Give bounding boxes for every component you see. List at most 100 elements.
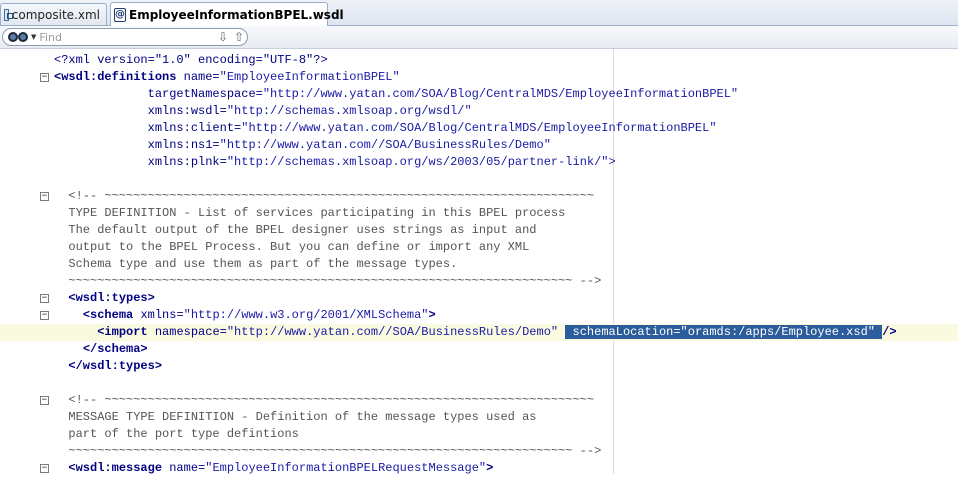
- code-token: xmlns:plnk=: [147, 155, 227, 169]
- tab-composite-xml[interactable]: composite.xml: [0, 3, 107, 25]
- code-text: The default output of the BPEL designer …: [54, 222, 536, 239]
- code-line[interactable]: − <wsdl:definitions name="EmployeeInforma…: [0, 69, 958, 86]
- code-line[interactable]: ~~~~~~~~~~~~~~~~~~~~~~~~~~~~~~~~~~~~~~~~…: [0, 273, 958, 290]
- code-text: <wsdl:types>: [54, 290, 155, 307]
- code-token: "http://www.yatan.com//SOA/BusinessRules…: [226, 325, 559, 339]
- code-token: </wsdl:types>: [68, 359, 163, 373]
- code-line[interactable]: − <schema xmlns="http://www.w3.org/2001/…: [0, 307, 958, 324]
- code-line[interactable]: xmlns:wsdl="http://schemas.xmlsoap.org/w…: [0, 103, 958, 120]
- binoculars-icon[interactable]: [8, 32, 28, 42]
- code-token: ~~~~~~~~~~~~~~~~~~~~~~~~~~~~~~~~~~~~~~~~…: [54, 444, 602, 458]
- code-text: TYPE DEFINITION - List of services parti…: [54, 205, 565, 222]
- code-line[interactable]: − <wsdl:types>: [0, 290, 958, 307]
- code-token: ~~~~~~~~~~~~~~~~~~~~~~~~~~~~~~~~~~~~~~~~…: [54, 274, 602, 288]
- find-next-arrow-icon[interactable]: ⇩: [215, 29, 231, 45]
- code-line[interactable]: </wsdl:types>: [0, 358, 958, 375]
- code-token: "http://www.yatan.com//SOA/BusinessRules…: [219, 138, 551, 152]
- code-token: "EmployeeInformationBPELRequestMessage": [205, 461, 487, 475]
- code-token: <schema: [82, 308, 134, 322]
- code-line[interactable]: </schema>: [0, 341, 958, 358]
- fold-toggle-icon[interactable]: −: [40, 464, 49, 473]
- code-token: part of the port type defintions: [54, 427, 299, 441]
- code-token: TYPE DEFINITION - List of services parti…: [54, 206, 566, 220]
- selected-text: schemaLocation="oramds:/apps/Employee.xs…: [565, 325, 883, 339]
- code-token: >: [428, 308, 436, 322]
- code-line[interactable]: <?xml version="1.0" encoding="UTF-8"?>: [0, 52, 958, 69]
- code-line[interactable]: The default output of the BPEL designer …: [0, 222, 958, 239]
- code-text: ~~~~~~~~~~~~~~~~~~~~~~~~~~~~~~~~~~~~~~~~…: [54, 443, 601, 460]
- fold-toggle-icon[interactable]: −: [40, 311, 49, 320]
- fold-toggle-icon[interactable]: −: [40, 294, 49, 303]
- tab-employee-information-wsdl[interactable]: @ EmployeeInformationBPEL.wsdl: [110, 2, 344, 26]
- code-text: xmlns:client="http://www.yatan.com/SOA/B…: [54, 120, 717, 137]
- code-line[interactable]: <import namespace="http://www.yatan.com/…: [0, 324, 958, 341]
- code-token: <!-- ~~~~~~~~~~~~~~~~~~~~~~~~~~~~~~~~~~~…: [54, 393, 595, 407]
- tab-label: composite.xml: [11, 7, 100, 22]
- code-line[interactable]: MESSAGE TYPE DEFINITION - Definition of …: [0, 409, 958, 426]
- code-token: <wsdl:types>: [68, 291, 155, 305]
- code-text: <!-- ~~~~~~~~~~~~~~~~~~~~~~~~~~~~~~~~~~~…: [54, 188, 594, 205]
- code-text: <wsdl:definitions name="EmployeeInformat…: [54, 69, 400, 86]
- code-token: targetNamespace=: [147, 87, 263, 101]
- code-text: </wsdl:types>: [54, 358, 162, 375]
- tab-label: EmployeeInformationBPEL.wsdl: [129, 7, 344, 22]
- code-line[interactable]: output to the BPEL Process. But you can …: [0, 239, 958, 256]
- code-line[interactable]: ~~~~~~~~~~~~~~~~~~~~~~~~~~~~~~~~~~~~~~~~…: [0, 443, 958, 460]
- code-line[interactable]: part of the port type defintions: [0, 426, 958, 443]
- fold-toggle-icon[interactable]: −: [40, 73, 49, 82]
- code-token: output to the BPEL Process. But you can …: [54, 240, 530, 254]
- find-input[interactable]: Find: [39, 31, 215, 44]
- code-text: <wsdl:message name="EmployeeInformationB…: [54, 460, 493, 477]
- fold-toggle-icon[interactable]: −: [40, 192, 49, 201]
- code-text: xmlns:plnk="http://schemas.xmlsoap.org/w…: [54, 154, 616, 171]
- code-line[interactable]: − <!-- ~~~~~~~~~~~~~~~~~~~~~~~~~~~~~~~~~…: [0, 392, 958, 409]
- code-token: MESSAGE TYPE DEFINITION - Definition of …: [54, 410, 537, 424]
- code-token: name=: [169, 461, 206, 475]
- code-token: xmlns:ns1=: [147, 138, 220, 152]
- code-text: output to the BPEL Process. But you can …: [54, 239, 529, 256]
- code-line[interactable]: − <!-- ~~~~~~~~~~~~~~~~~~~~~~~~~~~~~~~~~…: [0, 188, 958, 205]
- code-token: name=: [183, 70, 220, 84]
- fold-toggle-icon[interactable]: −: [40, 396, 49, 405]
- code-token: <!-- ~~~~~~~~~~~~~~~~~~~~~~~~~~~~~~~~~~~…: [54, 189, 595, 203]
- code-token: />: [882, 325, 897, 339]
- code-line[interactable]: xmlns:client="http://www.yatan.com/SOA/B…: [0, 120, 958, 137]
- code-line[interactable]: − <wsdl:message name="EmployeeInformatio…: [0, 460, 958, 477]
- code-token: xmlns:wsdl=: [147, 104, 227, 118]
- code-line[interactable]: xmlns:plnk="http://schemas.xmlsoap.org/w…: [0, 154, 958, 171]
- code-token: <wsdl:definitions: [54, 70, 177, 84]
- find-previous-arrow-icon[interactable]: ⇧: [231, 29, 247, 45]
- code-line[interactable]: TYPE DEFINITION - List of services parti…: [0, 205, 958, 222]
- code-token: xmlns:client=: [147, 121, 242, 135]
- code-text: </schema>: [54, 341, 148, 358]
- code-text: xmlns:ns1="http://www.yatan.com//SOA/Bus…: [54, 137, 551, 154]
- code-line[interactable]: [0, 375, 958, 392]
- code-token: "http://schemas.xmlsoap.org/wsdl/": [226, 104, 472, 118]
- code-line[interactable]: Schema type and use them as part of the …: [0, 256, 958, 273]
- chevron-down-icon[interactable]: ▼: [31, 33, 36, 41]
- code-line[interactable]: targetNamespace="http://www.yatan.com/SO…: [0, 86, 958, 103]
- code-token: "http://www.yatan.com/SOA/Blog/CentralMD…: [241, 121, 717, 135]
- code-token: namespace=: [154, 325, 227, 339]
- code-line[interactable]: xmlns:ns1="http://www.yatan.com//SOA/Bus…: [0, 137, 958, 154]
- code-text: Schema type and use them as part of the …: [54, 256, 457, 273]
- code-editor[interactable]: <?xml version="1.0" encoding="UTF-8"?> − <…: [0, 49, 958, 477]
- code-line[interactable]: [0, 171, 958, 188]
- editor-tab-bar: composite.xml @ EmployeeInformationBPEL.…: [0, 0, 958, 26]
- code-token: <wsdl:message: [68, 461, 163, 475]
- code-token: xmlns=: [140, 308, 184, 322]
- code-text: MESSAGE TYPE DEFINITION - Definition of …: [54, 409, 536, 426]
- code-text: <!-- ~~~~~~~~~~~~~~~~~~~~~~~~~~~~~~~~~~~…: [54, 392, 594, 409]
- code-text: <?xml version="1.0" encoding="UTF-8"?>: [54, 52, 328, 69]
